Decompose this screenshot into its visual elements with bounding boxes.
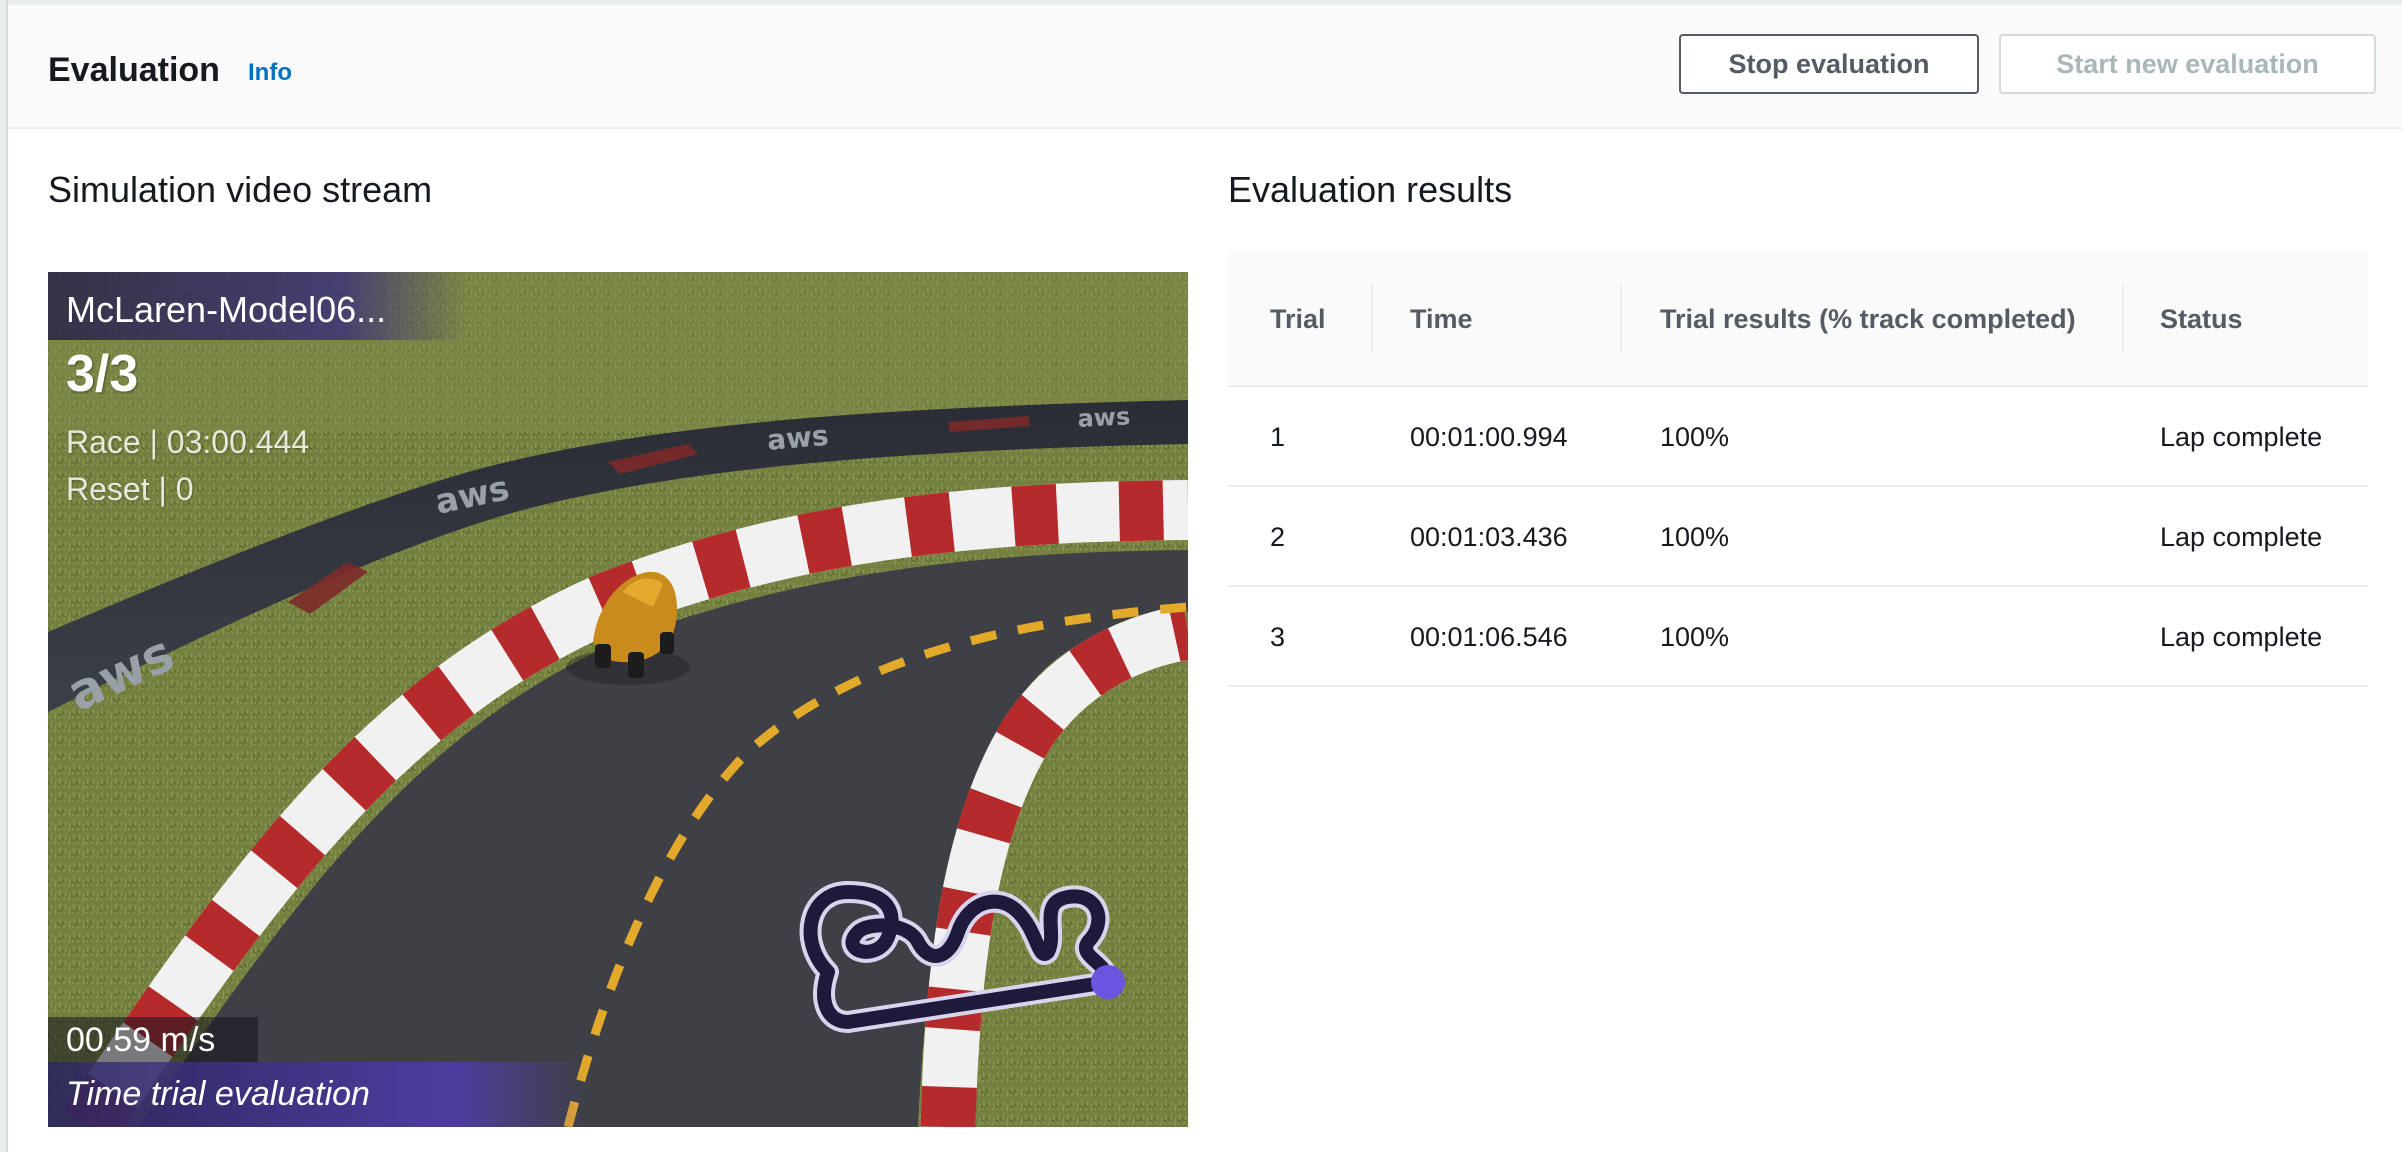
column-divider: [1371, 284, 1373, 352]
aws-banner-text-3: aws: [766, 419, 830, 457]
table-row: 1 00:01:00.994 100% Lap complete: [1228, 387, 2368, 487]
track-scene: aws aws aws aws: [48, 272, 1188, 1127]
table-header: Trial Time Trial results (% track comple…: [1228, 250, 2368, 387]
table-row: 2 00:01:03.436 100% Lap complete: [1228, 487, 2368, 587]
simulation-section-title: Simulation video stream: [48, 169, 433, 210]
hud-speed: 00.59 m/s: [66, 1021, 216, 1059]
cell-result: 100%: [1660, 622, 1730, 652]
cell-status: Lap complete: [2160, 422, 2323, 452]
cell-status: Lap complete: [2160, 522, 2323, 552]
stop-evaluation-button[interactable]: Stop evaluation: [1679, 34, 1979, 94]
cell-trial: 1: [1270, 422, 1286, 452]
cell-status: Lap complete: [2160, 622, 2323, 652]
table-row: 3 00:01:06.546 100% Lap complete: [1228, 587, 2368, 687]
column-header-trial-results: Trial results (% track completed): [1660, 303, 2076, 334]
cell-trial: 2: [1270, 522, 1286, 552]
start-new-evaluation-button: Start new evaluation: [1999, 34, 2376, 94]
cell-time: 00:01:00.994: [1410, 422, 1568, 452]
page-title: Evaluation: [48, 51, 220, 89]
column-header-time: Time: [1410, 303, 1473, 334]
cell-result: 100%: [1660, 422, 1730, 452]
results-section-title: Evaluation results: [1228, 169, 1513, 210]
left-border: [0, 0, 8, 1152]
cell-trial: 3: [1270, 622, 1286, 652]
cell-time: 00:01:03.436: [1410, 522, 1568, 552]
hud-mode: Time trial evaluation: [66, 1075, 370, 1113]
cell-result: 100%: [1660, 522, 1730, 552]
column-divider: [2122, 284, 2124, 352]
cell-time: 00:01:06.546: [1410, 622, 1568, 652]
column-header-status: Status: [2160, 303, 2243, 334]
aws-banner-text-4: aws: [1077, 402, 1131, 433]
column-header-trial: Trial: [1270, 303, 1326, 334]
evaluation-panel: Evaluation Info Stop evaluation Start ne…: [0, 0, 2402, 1152]
panel-header: Evaluation Info Stop evaluation Start ne…: [8, 5, 2402, 129]
evaluation-results-table: Trial Time Trial results (% track comple…: [1228, 250, 2368, 687]
hud-model-name: McLaren-Model06...: [66, 289, 387, 330]
column-divider: [1620, 284, 1622, 352]
hud-reset-count: Reset | 0: [66, 471, 194, 507]
hud-lap-counter: 3/3: [66, 345, 139, 403]
simulation-video-stream[interactable]: aws aws aws aws McLaren-Model06... 3/3 R…: [48, 272, 1188, 1127]
hud-race-time: Race | 03:00.444: [66, 424, 310, 460]
info-link[interactable]: Info: [248, 55, 292, 91]
